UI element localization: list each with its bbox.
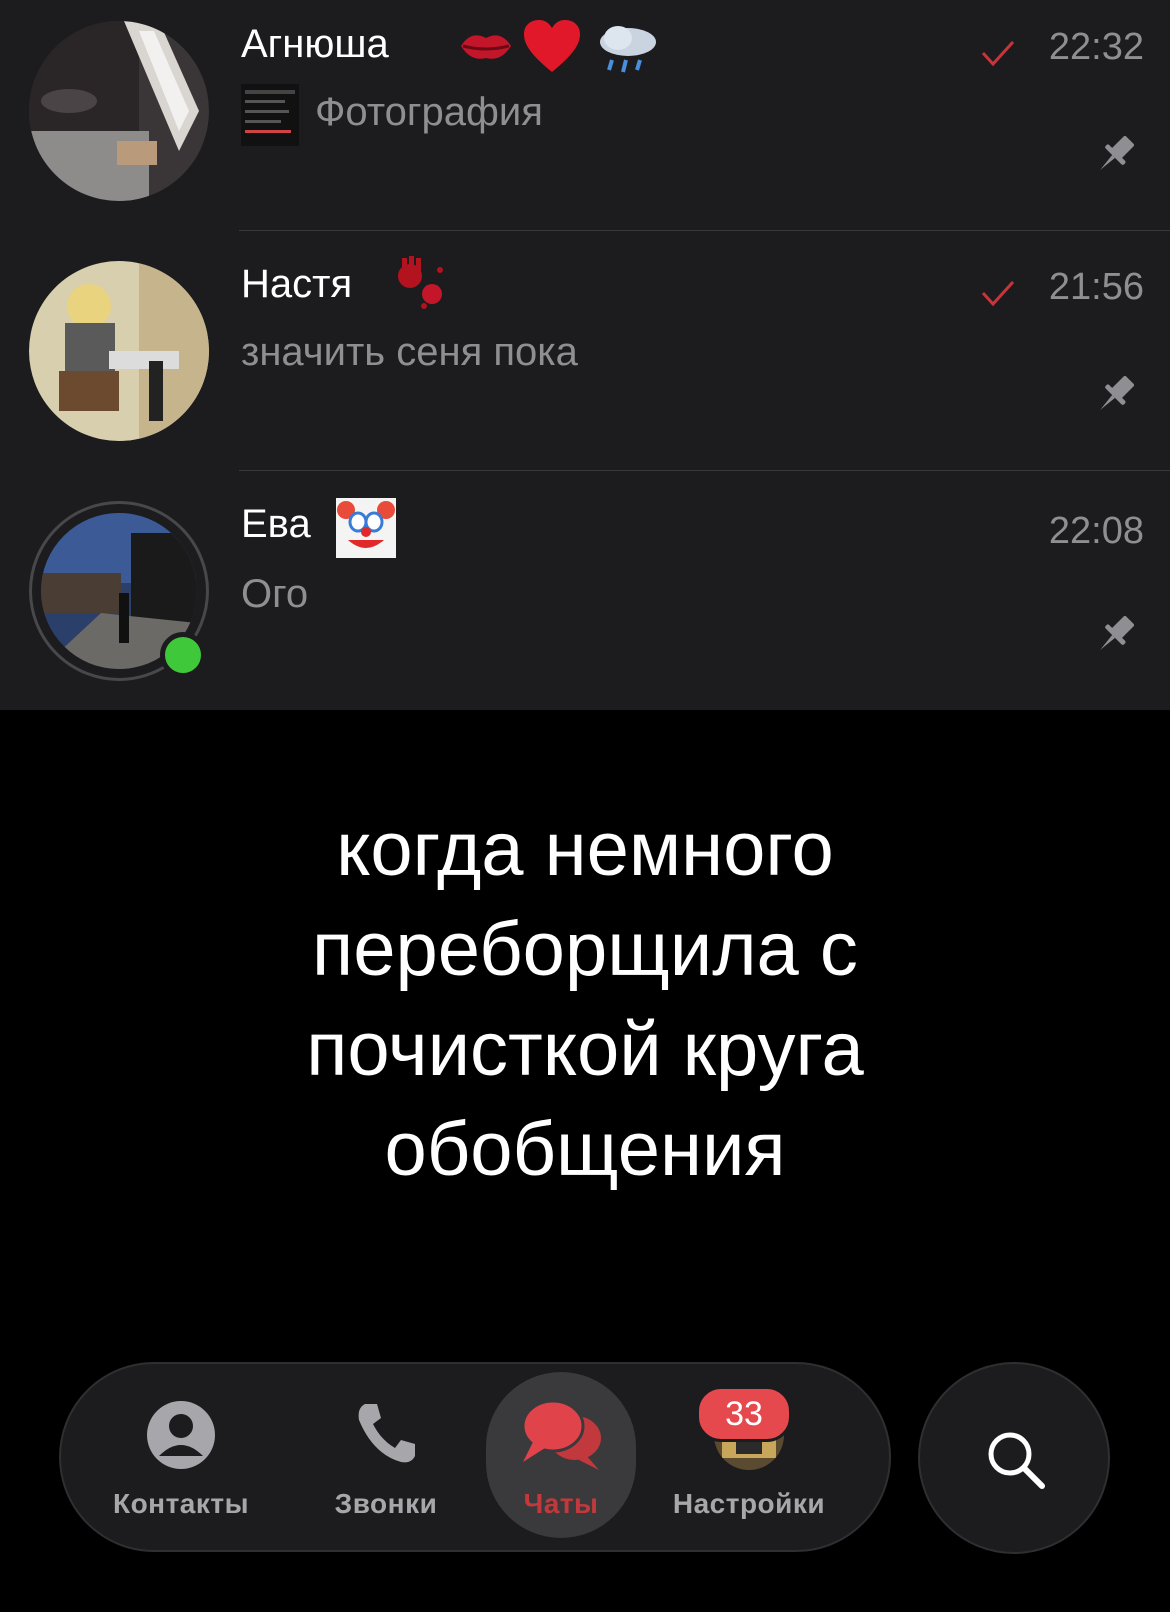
kiss-mark-icon	[457, 24, 515, 73]
tab-chats[interactable]: Чаты	[486, 1364, 636, 1550]
avatar	[29, 261, 209, 441]
person-circle-icon	[147, 1401, 215, 1469]
chat-preview: значить сеня пока	[241, 330, 578, 374]
online-indicator	[160, 632, 206, 678]
chat-bubbles-icon	[521, 1399, 601, 1470]
chat-row-nastya[interactable]: Настя значить сеня пока 21:56	[0, 240, 1170, 480]
tab-label: Звонки	[334, 1488, 438, 1519]
phone-icon	[358, 1404, 415, 1463]
tab-label: Контакты	[112, 1488, 250, 1519]
caption-line: обобщения	[384, 1107, 786, 1192]
separator	[239, 470, 1170, 471]
caption-text: когда немного переборщила с почисткой кр…	[0, 800, 1170, 1200]
chat-preview: Ого	[241, 572, 309, 616]
chat-row-agnyusha[interactable]: Агнюша Фотография 22:32	[0, 0, 1170, 240]
tab-calls[interactable]: Звонки	[301, 1364, 471, 1550]
pin-icon	[1100, 136, 1134, 170]
chat-time: 21:56	[1048, 266, 1144, 308]
rain-cloud-icon	[596, 22, 660, 81]
chat-time: 22:32	[1048, 26, 1144, 68]
caption-line: когда немного	[336, 807, 834, 892]
tab-label: Настройки	[672, 1488, 826, 1519]
read-check-icon	[981, 40, 1015, 67]
avatar	[29, 21, 209, 201]
search-icon	[988, 1432, 1045, 1489]
chat-time: 22:08	[1048, 510, 1144, 552]
chat-row-eva[interactable]: Ева Ого 22:08	[0, 480, 1170, 720]
photo-thumbnail	[241, 84, 299, 151]
tab-contacts[interactable]: Контакты	[91, 1364, 271, 1550]
caption-line: почисткой круга	[306, 1007, 864, 1092]
clown-face-icon	[336, 498, 396, 563]
chat-name: Агнюша	[241, 22, 389, 66]
unread-badge: 33	[696, 1386, 792, 1442]
tab-label: Чаты	[523, 1488, 599, 1519]
separator	[239, 230, 1170, 231]
chat-name: Настя	[241, 262, 353, 306]
chat-name: Ева	[241, 502, 311, 546]
chat-preview: Фотография	[315, 90, 543, 134]
bloody-hand-icon	[388, 256, 452, 317]
caption-line: переборщила с	[312, 907, 858, 992]
pin-icon	[1100, 376, 1134, 410]
read-check-icon	[981, 280, 1015, 307]
pin-icon	[1100, 616, 1134, 650]
red-heart-icon	[522, 18, 582, 79]
search-button[interactable]	[918, 1362, 1110, 1554]
chat-list: Агнюша Фотография 22:32 Настя значить се…	[0, 0, 1170, 710]
